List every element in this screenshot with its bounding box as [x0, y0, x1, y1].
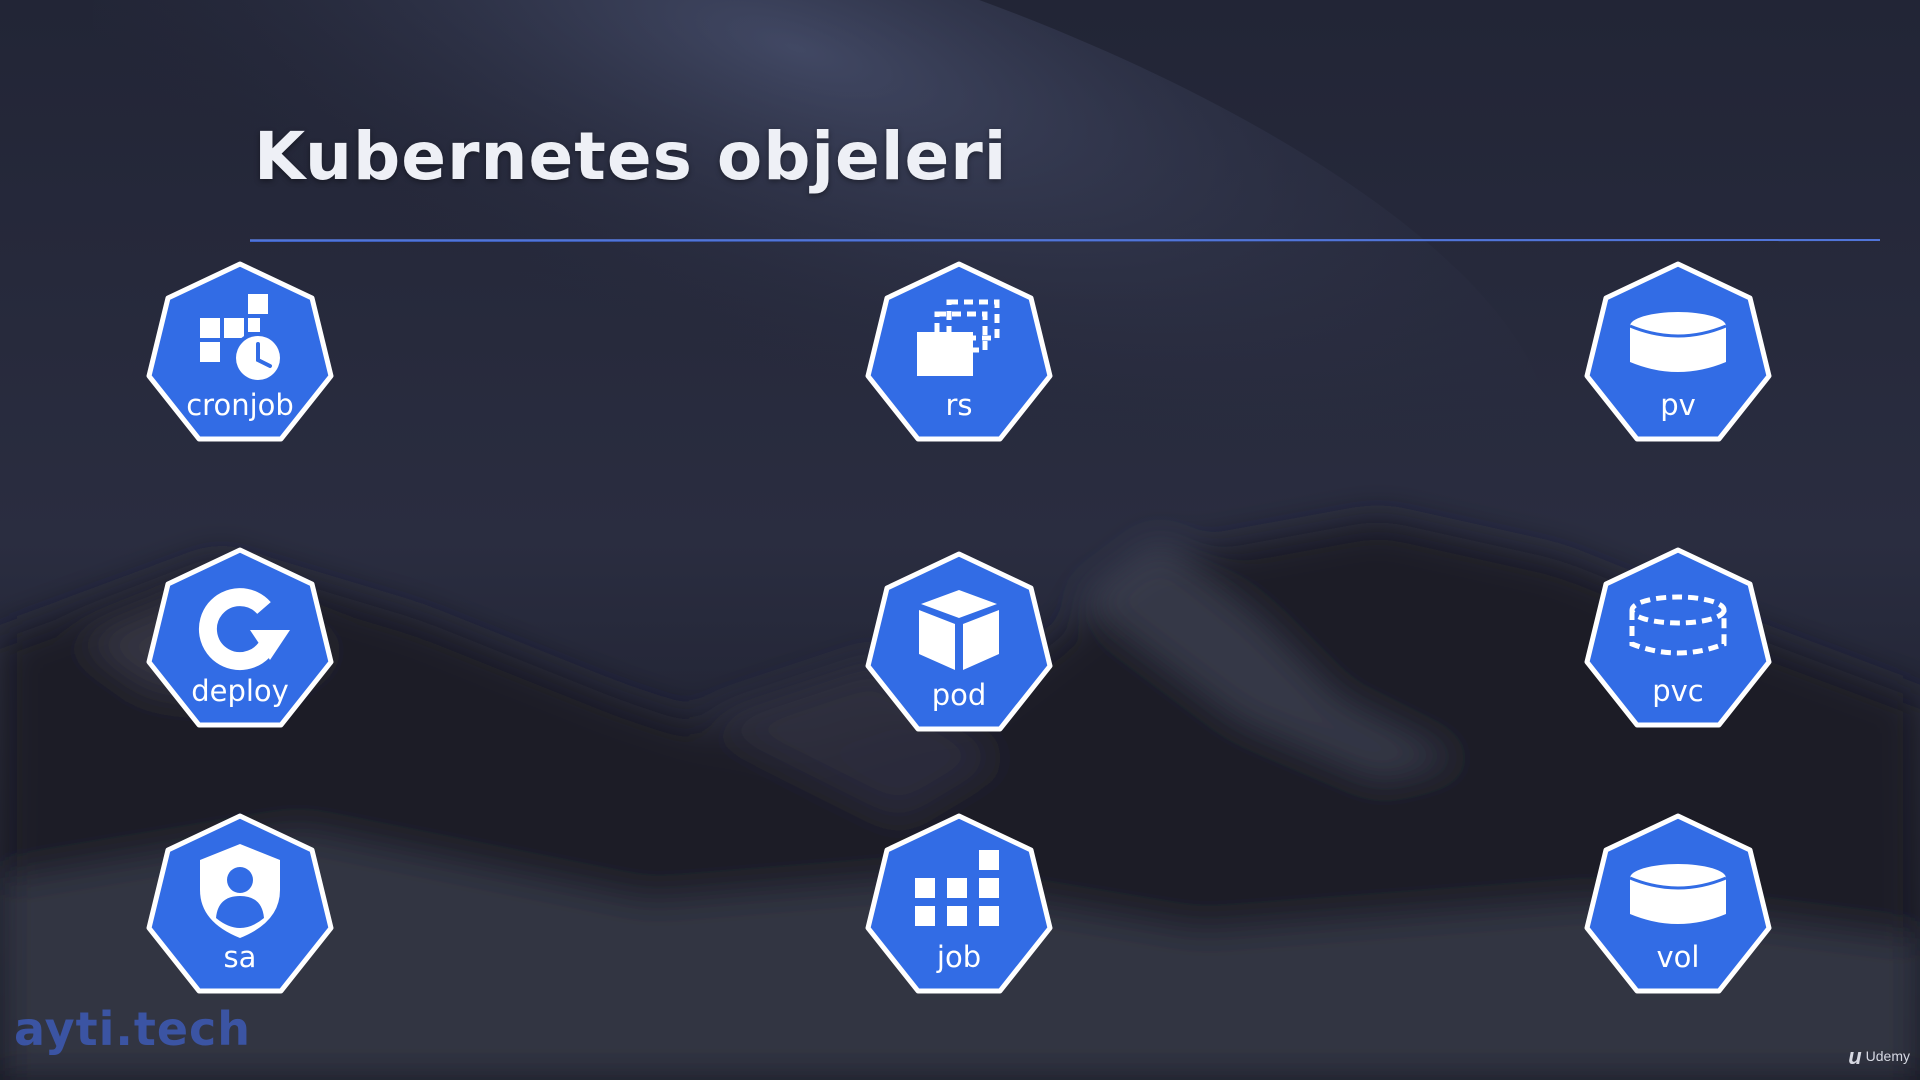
object-label: pvc — [1652, 674, 1704, 708]
udemy-wordmark: Udemy — [1865, 1048, 1910, 1064]
object-label: vol — [1656, 940, 1700, 974]
k8s-object-job: job — [861, 812, 1057, 1008]
k8s-object-pv: pv — [1580, 260, 1776, 456]
brand-watermark: ayti.tech — [14, 1002, 252, 1056]
cronjob-icon — [200, 294, 284, 384]
k8s-object-pvc: pvc — [1580, 546, 1776, 742]
k8s-object-pod: pod — [861, 550, 1057, 746]
object-label: job — [936, 940, 982, 974]
object-label: rs — [945, 388, 973, 422]
k8s-object-cronjob: cronjob — [142, 260, 338, 456]
job-icon — [915, 850, 999, 926]
object-label: deploy — [191, 674, 289, 708]
k8s-object-sa: sa — [142, 812, 338, 1008]
udemy-u-icon: u — [1848, 1044, 1862, 1069]
object-label: pod — [931, 678, 987, 712]
title-underline — [250, 239, 1880, 242]
object-label: sa — [223, 940, 257, 974]
k8s-object-vol: vol — [1580, 812, 1776, 1008]
k8s-object-deploy: deploy — [142, 546, 338, 742]
k8s-object-rs: rs — [861, 260, 1057, 456]
object-label: pv — [1660, 388, 1696, 422]
service-account-icon — [200, 844, 280, 938]
replicaset-icon — [917, 299, 1000, 376]
persistent-volume-claim-icon — [1629, 594, 1727, 656]
slide-title: Kubernetes objeleri — [254, 118, 1008, 195]
udemy-logo: u Udemy — [1848, 1044, 1910, 1070]
volume-icon — [1629, 864, 1727, 924]
pod-icon — [919, 590, 999, 670]
deployment-icon — [198, 588, 290, 671]
persistent-volume-icon — [1629, 312, 1727, 372]
object-label: cronjob — [186, 388, 294, 422]
